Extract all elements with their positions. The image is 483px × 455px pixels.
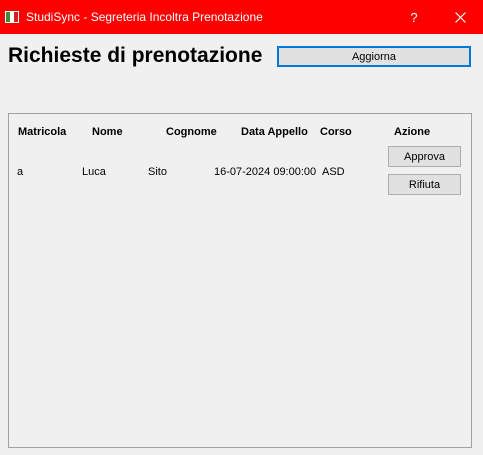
- approve-button[interactable]: Approva: [388, 146, 461, 167]
- column-header-azione: Azione: [394, 126, 431, 138]
- page-title: Richieste di prenotazione: [8, 44, 263, 67]
- cell-cognome: Sito: [148, 166, 167, 178]
- column-header-data-appello: Data Appello: [241, 126, 308, 138]
- close-button[interactable]: [437, 0, 483, 34]
- column-header-corso: Corso: [320, 126, 352, 138]
- title-bar: StudiSync - Segreteria Incoltra Prenotaz…: [0, 0, 483, 34]
- help-button[interactable]: ?: [391, 0, 437, 34]
- cell-matricola: a: [17, 166, 24, 178]
- close-icon: [454, 11, 466, 23]
- column-header-nome: Nome: [92, 126, 123, 138]
- cell-nome: Luca: [82, 166, 106, 178]
- cell-corso: ASD: [322, 166, 345, 178]
- window-title: StudiSync - Segreteria Incoltra Prenotaz…: [26, 10, 263, 24]
- column-header-matricola: Matricola: [18, 126, 67, 138]
- reject-button[interactable]: Rifiuta: [388, 174, 461, 195]
- column-header-cognome: Cognome: [166, 126, 217, 138]
- requests-table: Matricola Nome Cognome Data Appello Cors…: [8, 113, 472, 448]
- app-flag-icon: [5, 11, 19, 23]
- refresh-button[interactable]: Aggiorna: [277, 46, 471, 67]
- cell-data-appello: 16-07-2024 09:00:00: [214, 166, 317, 178]
